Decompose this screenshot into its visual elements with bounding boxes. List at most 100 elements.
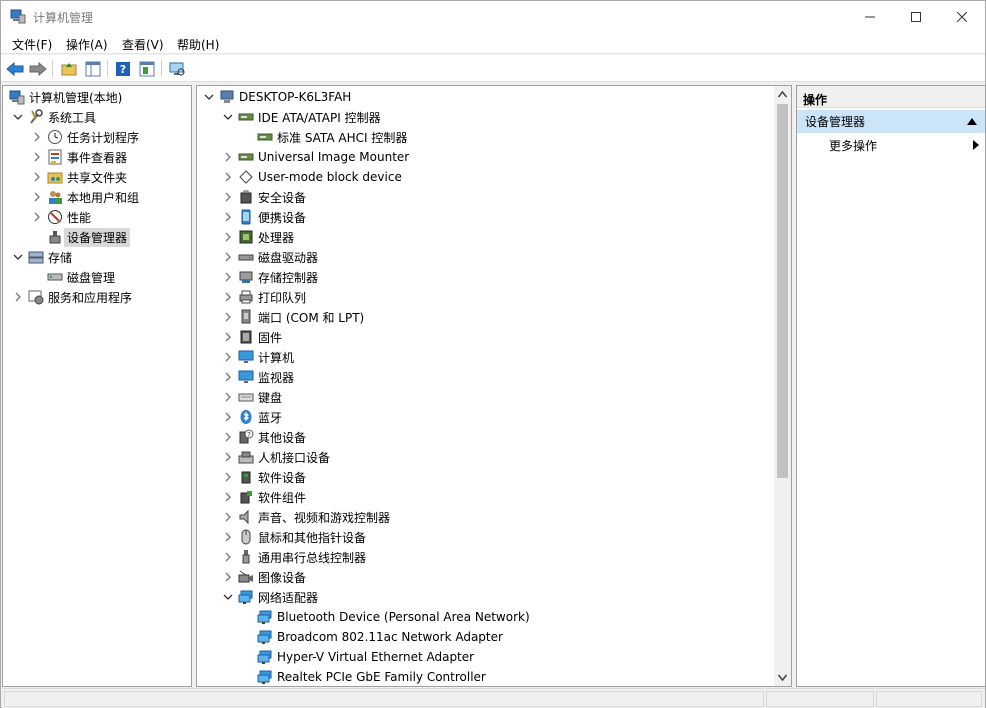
tree-item-label: 网络适配器 bbox=[258, 590, 319, 605]
expand-chevron-icon[interactable] bbox=[12, 291, 24, 303]
usb-icon bbox=[238, 549, 254, 565]
nav-tree-item[interactable]: 存储 bbox=[12, 247, 72, 267]
expand-chevron-icon[interactable] bbox=[222, 371, 234, 383]
device-tree-item[interactable]: 网络适配器 bbox=[222, 587, 318, 607]
device-tree-item[interactable]: 安全设备 bbox=[222, 187, 306, 207]
expand-chevron-icon[interactable] bbox=[222, 491, 234, 503]
up-folder-icon[interactable] bbox=[59, 59, 79, 78]
expand-chevron-icon[interactable] bbox=[31, 131, 43, 143]
expand-chevron-icon[interactable] bbox=[31, 191, 43, 203]
expand-chevron-icon[interactable] bbox=[222, 571, 234, 583]
device-tree-item[interactable]: 软件设备 bbox=[222, 467, 306, 487]
menu-view[interactable]: 查看(V) bbox=[122, 36, 164, 53]
expand-chevron-icon[interactable] bbox=[222, 431, 234, 443]
help-icon[interactable]: ? bbox=[113, 59, 133, 78]
expand-chevron-icon[interactable] bbox=[222, 331, 234, 343]
nav-tree-item[interactable]: 本地用户和组 bbox=[31, 187, 139, 207]
scrollbar-thumb[interactable] bbox=[777, 104, 788, 478]
collapse-chevron-icon[interactable] bbox=[222, 111, 234, 123]
device-tree-item[interactable]: User-mode block device bbox=[222, 167, 402, 187]
device-tree-item[interactable]: 计算机 bbox=[222, 347, 294, 367]
menu-help[interactable]: 帮助(H) bbox=[177, 36, 219, 53]
device-tree-item[interactable]: DESKTOP-K6L3FAH bbox=[203, 87, 351, 107]
device-tree-item[interactable]: 人机接口设备 bbox=[222, 447, 330, 467]
device-tree-item[interactable]: 标准 SATA AHCI 控制器 bbox=[241, 127, 407, 147]
expand-chevron-icon[interactable] bbox=[222, 171, 234, 183]
device-tree-item[interactable]: 软件组件 bbox=[222, 487, 306, 507]
nav-tree-item[interactable]: 计算机管理(本地) bbox=[3, 87, 122, 107]
monitor-icon bbox=[238, 369, 254, 385]
tree-item-label: 声音、视频和游戏控制器 bbox=[258, 510, 391, 525]
maximize-button[interactable] bbox=[893, 1, 939, 32]
expand-chevron-icon[interactable] bbox=[222, 251, 234, 263]
nav-tree-item[interactable]: 磁盘管理 bbox=[31, 267, 115, 287]
nav-tree-item[interactable]: 设备管理器 bbox=[31, 227, 131, 247]
expand-chevron-icon[interactable] bbox=[31, 151, 43, 163]
minimize-button[interactable] bbox=[847, 1, 893, 32]
expand-chevron-icon[interactable] bbox=[222, 511, 234, 523]
nav-tree-item[interactable]: 系统工具 bbox=[12, 107, 96, 127]
collapse-chevron-icon[interactable] bbox=[222, 591, 234, 603]
expand-chevron-icon[interactable] bbox=[222, 231, 234, 243]
show-hide-tree-icon[interactable] bbox=[83, 59, 103, 78]
device-tree-item[interactable]: 固件 bbox=[222, 327, 282, 347]
close-button[interactable] bbox=[939, 1, 985, 32]
tree-item-label: 鼠标和其他指针设备 bbox=[258, 530, 367, 545]
more-actions-item[interactable]: 更多操作 bbox=[797, 134, 985, 156]
expand-chevron-icon[interactable] bbox=[222, 411, 234, 423]
device-tree-item[interactable]: 鼠标和其他指针设备 bbox=[222, 527, 366, 547]
device-tree-item[interactable]: 存储控制器 bbox=[222, 267, 318, 287]
tree-item-label: 通用串行总线控制器 bbox=[258, 550, 367, 565]
show-hide-action-pane-icon[interactable] bbox=[137, 59, 157, 78]
collapse-chevron-icon[interactable] bbox=[12, 111, 24, 123]
device-tree-item[interactable]: 处理器 bbox=[222, 227, 294, 247]
nav-tree-item[interactable]: 服务和应用程序 bbox=[12, 287, 132, 307]
expand-chevron-icon[interactable] bbox=[222, 291, 234, 303]
device-tree-item[interactable]: IDE ATA/ATAPI 控制器 bbox=[222, 107, 381, 127]
nav-tree-item[interactable]: 事件查看器 bbox=[31, 147, 127, 167]
device-tree-item[interactable]: Bluetooth Device (Personal Area Network) bbox=[241, 607, 530, 627]
nav-tree-item[interactable]: 共享文件夹 bbox=[31, 167, 127, 187]
expand-chevron-icon[interactable] bbox=[222, 471, 234, 483]
expand-chevron-icon[interactable] bbox=[222, 531, 234, 543]
expand-chevron-icon[interactable] bbox=[222, 271, 234, 283]
device-tree-item[interactable]: 监视器 bbox=[222, 367, 294, 387]
device-tree-scrollbar[interactable] bbox=[774, 86, 791, 686]
expand-chevron-icon[interactable] bbox=[222, 391, 234, 403]
device-tree-item[interactable]: Broadcom 802.11ac Network Adapter bbox=[241, 627, 503, 647]
device-tree-item[interactable]: ? 其他设备 bbox=[222, 427, 306, 447]
collapse-chevron-icon[interactable] bbox=[203, 91, 215, 103]
scan-hardware-icon[interactable] bbox=[167, 59, 187, 78]
expand-chevron-icon[interactable] bbox=[31, 171, 43, 183]
menu-action[interactable]: 操作(A) bbox=[66, 36, 108, 53]
expand-chevron-icon[interactable] bbox=[222, 211, 234, 223]
forward-arrow-icon[interactable] bbox=[28, 59, 48, 78]
collapse-chevron-icon[interactable] bbox=[12, 251, 24, 263]
device-tree-item[interactable]: 蓝牙 bbox=[222, 407, 282, 427]
device-tree-item[interactable]: 磁盘驱动器 bbox=[222, 247, 318, 267]
expand-chevron-icon[interactable] bbox=[222, 191, 234, 203]
expand-chevron-icon[interactable] bbox=[222, 451, 234, 463]
expand-chevron-icon[interactable] bbox=[222, 351, 234, 363]
menu-file[interactable]: 文件(F) bbox=[12, 36, 52, 53]
device-tree-item[interactable]: Realtek PCIe GbE Family Controller bbox=[241, 667, 486, 686]
device-tree-item[interactable]: 图像设备 bbox=[222, 567, 306, 587]
device-tree-item[interactable]: 便携设备 bbox=[222, 207, 306, 227]
back-arrow-icon[interactable] bbox=[5, 59, 25, 78]
device-tree-item[interactable]: Universal Image Mounter bbox=[222, 147, 409, 167]
device-tree-item[interactable]: 端口 (COM 和 LPT) bbox=[222, 307, 364, 327]
device-tree-item[interactable]: 通用串行总线控制器 bbox=[222, 547, 366, 567]
nav-tree-item[interactable]: 任务计划程序 bbox=[31, 127, 139, 147]
device-tree-item[interactable]: Hyper-V Virtual Ethernet Adapter bbox=[241, 647, 474, 667]
expand-chevron-icon[interactable] bbox=[222, 551, 234, 563]
expand-chevron-icon[interactable] bbox=[222, 151, 234, 163]
device-tree-item[interactable]: 打印队列 bbox=[222, 287, 306, 307]
collapse-triangle-icon bbox=[967, 118, 977, 125]
action-section-device-manager[interactable]: 设备管理器 bbox=[797, 110, 985, 133]
device-tree-item[interactable]: 声音、视频和游戏控制器 bbox=[222, 507, 390, 527]
expand-chevron-icon[interactable] bbox=[31, 211, 43, 223]
device-tree-item[interactable]: 键盘 bbox=[222, 387, 282, 407]
no-chevron bbox=[241, 651, 253, 663]
nav-tree-item[interactable]: 性能 bbox=[31, 207, 91, 227]
expand-chevron-icon[interactable] bbox=[222, 311, 234, 323]
